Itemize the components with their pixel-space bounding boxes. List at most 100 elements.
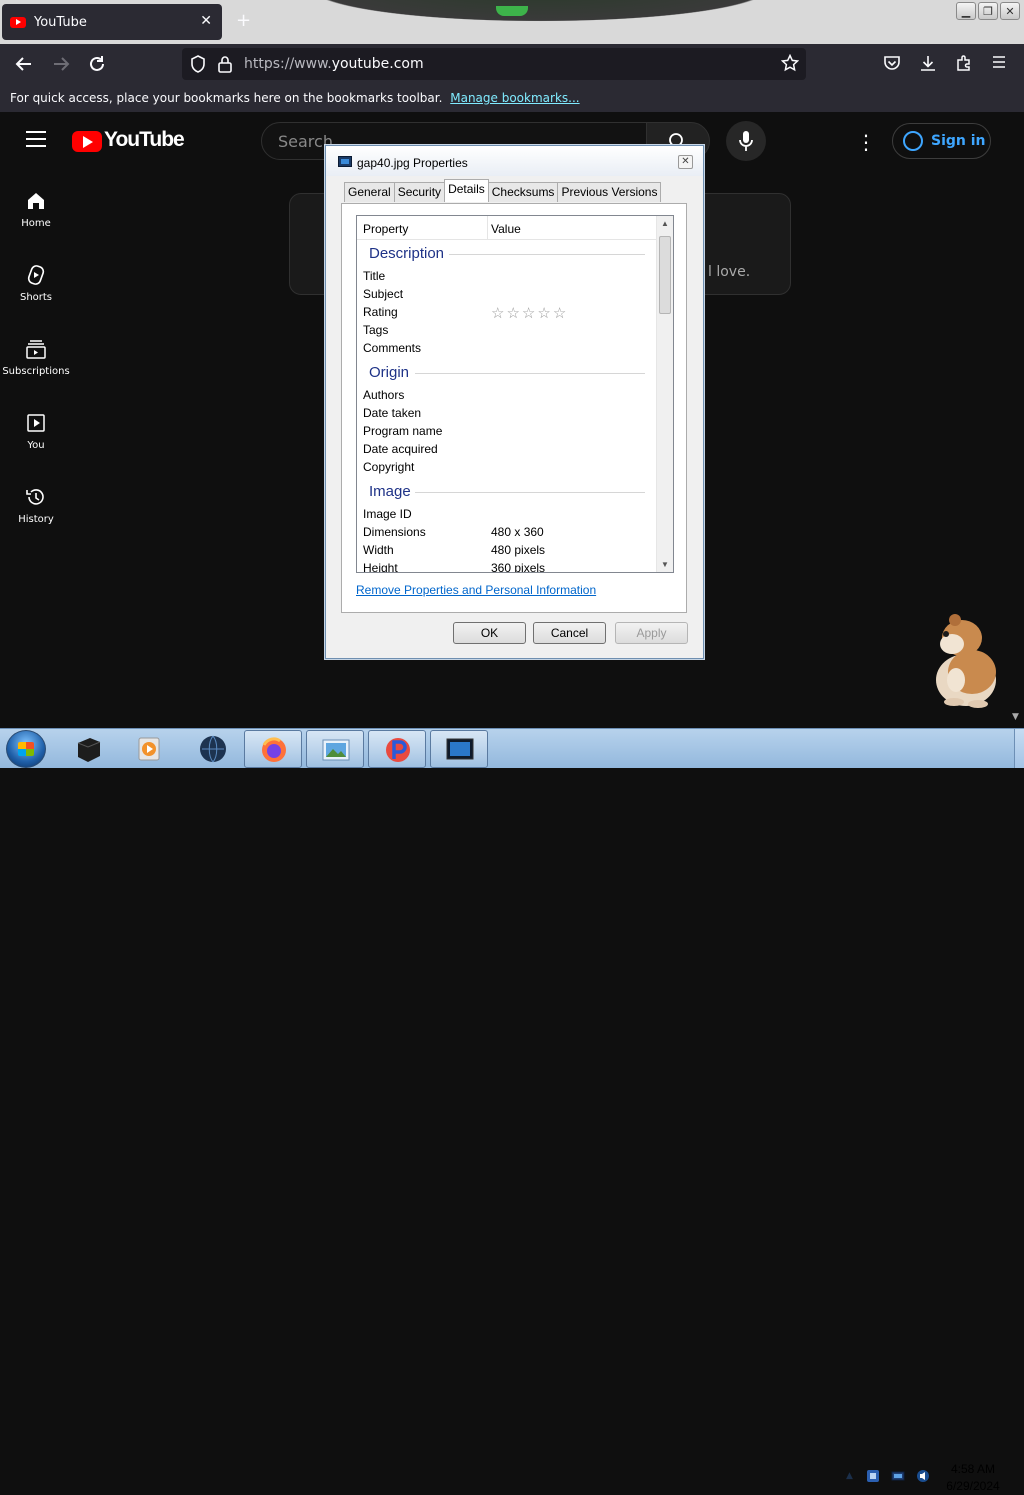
pocket-icon[interactable] <box>883 54 901 78</box>
column-value[interactable]: Value <box>491 222 521 236</box>
cancel-button[interactable]: Cancel <box>533 622 606 644</box>
dialog-close-button[interactable]: ✕ <box>678 155 693 169</box>
url-text[interactable]: https://www.youtube.com <box>244 56 424 72</box>
sidebar-item-shorts[interactable]: Shorts <box>0 264 72 303</box>
settings-kebab-icon[interactable]: ⋮ <box>856 130 876 154</box>
property-row[interactable]: Width <box>363 543 394 557</box>
lock-icon[interactable] <box>218 55 232 79</box>
close-window-icon[interactable]: ✕ <box>1000 2 1020 20</box>
new-tab-button[interactable]: + <box>236 10 251 31</box>
tab-previous-versions[interactable]: Previous Versions <box>557 182 662 202</box>
photo-viewer-icon <box>322 739 350 761</box>
guide-menu-icon[interactable] <box>26 131 46 147</box>
sidebar-item-you[interactable]: You <box>0 412 72 451</box>
tab-close-icon[interactable]: ✕ <box>200 13 212 29</box>
group-image: Image <box>369 483 411 500</box>
dialog-titlebar[interactable]: gap40.jpg Properties ✕ <box>326 146 703 176</box>
shield-icon[interactable] <box>190 55 206 79</box>
property-row[interactable]: Title <box>363 269 385 283</box>
property-row[interactable]: Comments <box>363 341 421 355</box>
ok-button[interactable]: OK <box>453 622 526 644</box>
property-row[interactable]: Tags <box>363 323 388 337</box>
volume-icon[interactable] <box>916 1469 930 1483</box>
reload-icon[interactable] <box>87 54 107 80</box>
globe-icon <box>200 735 226 763</box>
taskbar-app-terminal[interactable] <box>60 730 118 768</box>
network-icon[interactable] <box>891 1469 905 1483</box>
clock-date: 6/29/2024 <box>946 1479 1000 1493</box>
tab-details[interactable]: Details <box>444 179 489 202</box>
taskbar-app-media-player[interactable] <box>120 730 178 768</box>
property-row[interactable]: Image ID <box>363 507 412 521</box>
bookmark-star-icon[interactable] <box>780 53 800 78</box>
property-row[interactable]: Rating <box>363 305 398 319</box>
taskbar-app-firefox[interactable] <box>244 730 302 768</box>
hamster-desktop-pet[interactable] <box>922 610 1002 710</box>
start-button[interactable] <box>6 730 46 768</box>
group-divider <box>415 492 645 493</box>
voice-search-button[interactable] <box>726 121 766 161</box>
sidebar-item-history[interactable]: History <box>0 486 72 525</box>
property-list[interactable]: Property Value Description Title Subject… <box>356 215 674 573</box>
manage-bookmarks-link[interactable]: Manage bookmarks... <box>450 91 579 105</box>
star-icon[interactable]: ☆ <box>522 304 535 322</box>
show-desktop-button[interactable] <box>1014 729 1024 768</box>
property-row[interactable]: Height <box>363 561 398 572</box>
youtube-logo-text[interactable]: YouTube <box>104 128 185 152</box>
sidebar-label: Home <box>21 218 51 229</box>
taskbar-app-globe[interactable] <box>184 730 242 768</box>
property-value: 480 x 360 <box>491 525 544 539</box>
extensions-icon[interactable] <box>955 54 973 78</box>
group-description: Description <box>369 245 445 262</box>
star-icon[interactable]: ☆ <box>537 304 550 322</box>
star-icon[interactable]: ☆ <box>491 304 504 322</box>
property-value: 480 pixels <box>491 543 546 557</box>
restore-icon[interactable]: ❐ <box>978 2 998 20</box>
property-row[interactable]: Subject <box>363 287 403 301</box>
taskbar-app-p-launcher[interactable] <box>368 730 426 768</box>
property-row[interactable]: Date taken <box>363 406 421 420</box>
column-property[interactable]: Property <box>363 222 408 236</box>
sidebar-label: Subscriptions <box>2 366 70 377</box>
back-arrow-icon[interactable] <box>14 54 34 80</box>
scroll-thumb[interactable] <box>659 236 671 314</box>
rating-stars[interactable]: ☆ ☆ ☆ ☆ ☆ <box>491 304 566 322</box>
theme-gem <box>496 6 528 16</box>
tray-app-icon[interactable] <box>866 1469 880 1483</box>
remove-properties-link[interactable]: Remove Properties and Personal Informati… <box>356 583 596 597</box>
system-clock[interactable]: 4:58 AM 6/29/2024 <box>938 1461 1008 1495</box>
p-logo-icon <box>386 738 410 762</box>
property-row[interactable]: Copyright <box>363 460 414 474</box>
tab-security[interactable]: Security <box>393 182 446 202</box>
sign-in-button[interactable]: Sign in <box>892 123 991 159</box>
app-menu-icon[interactable] <box>991 54 1007 76</box>
apply-button[interactable]: Apply <box>615 622 688 644</box>
star-icon[interactable]: ☆ <box>506 304 519 322</box>
property-row[interactable]: Date acquired <box>363 442 438 456</box>
forward-arrow-icon[interactable] <box>51 54 71 80</box>
tab-youtube[interactable]: YouTube ✕ <box>2 4 222 40</box>
details-panel: Property Value Description Title Subject… <box>341 203 687 613</box>
youtube-logo-icon[interactable] <box>72 131 102 152</box>
sidebar-label: You <box>27 440 45 451</box>
page-scroll-down-icon[interactable]: ▼ <box>1012 712 1019 722</box>
tab-general[interactable]: General <box>344 182 395 202</box>
scroll-up-arrow-icon[interactable]: ▲ <box>661 219 669 228</box>
tab-checksums[interactable]: Checksums <box>487 182 559 202</box>
taskbar-app-photo-viewer[interactable] <box>306 730 364 768</box>
property-row[interactable]: Authors <box>363 388 404 402</box>
download-icon[interactable] <box>919 54 937 78</box>
minimize-icon[interactable]: ▁ <box>956 2 976 20</box>
star-icon[interactable]: ☆ <box>553 304 566 322</box>
bookmarks-hint: For quick access, place your bookmarks h… <box>10 91 443 105</box>
sidebar-item-home[interactable]: Home <box>0 190 72 229</box>
scroll-down-arrow-icon[interactable]: ▼ <box>661 560 669 569</box>
sidebar-item-subscriptions[interactable]: Subscriptions <box>0 338 72 377</box>
taskbar-app-properties-window[interactable] <box>430 730 488 768</box>
vertical-scrollbar[interactable]: ▲ ▼ <box>656 216 673 572</box>
show-hidden-icons-arrow[interactable]: ▲ <box>846 1471 853 1481</box>
property-row[interactable]: Program name <box>363 424 442 438</box>
subscriptions-icon <box>25 338 47 360</box>
group-divider <box>449 254 645 255</box>
property-row[interactable]: Dimensions <box>363 525 426 539</box>
